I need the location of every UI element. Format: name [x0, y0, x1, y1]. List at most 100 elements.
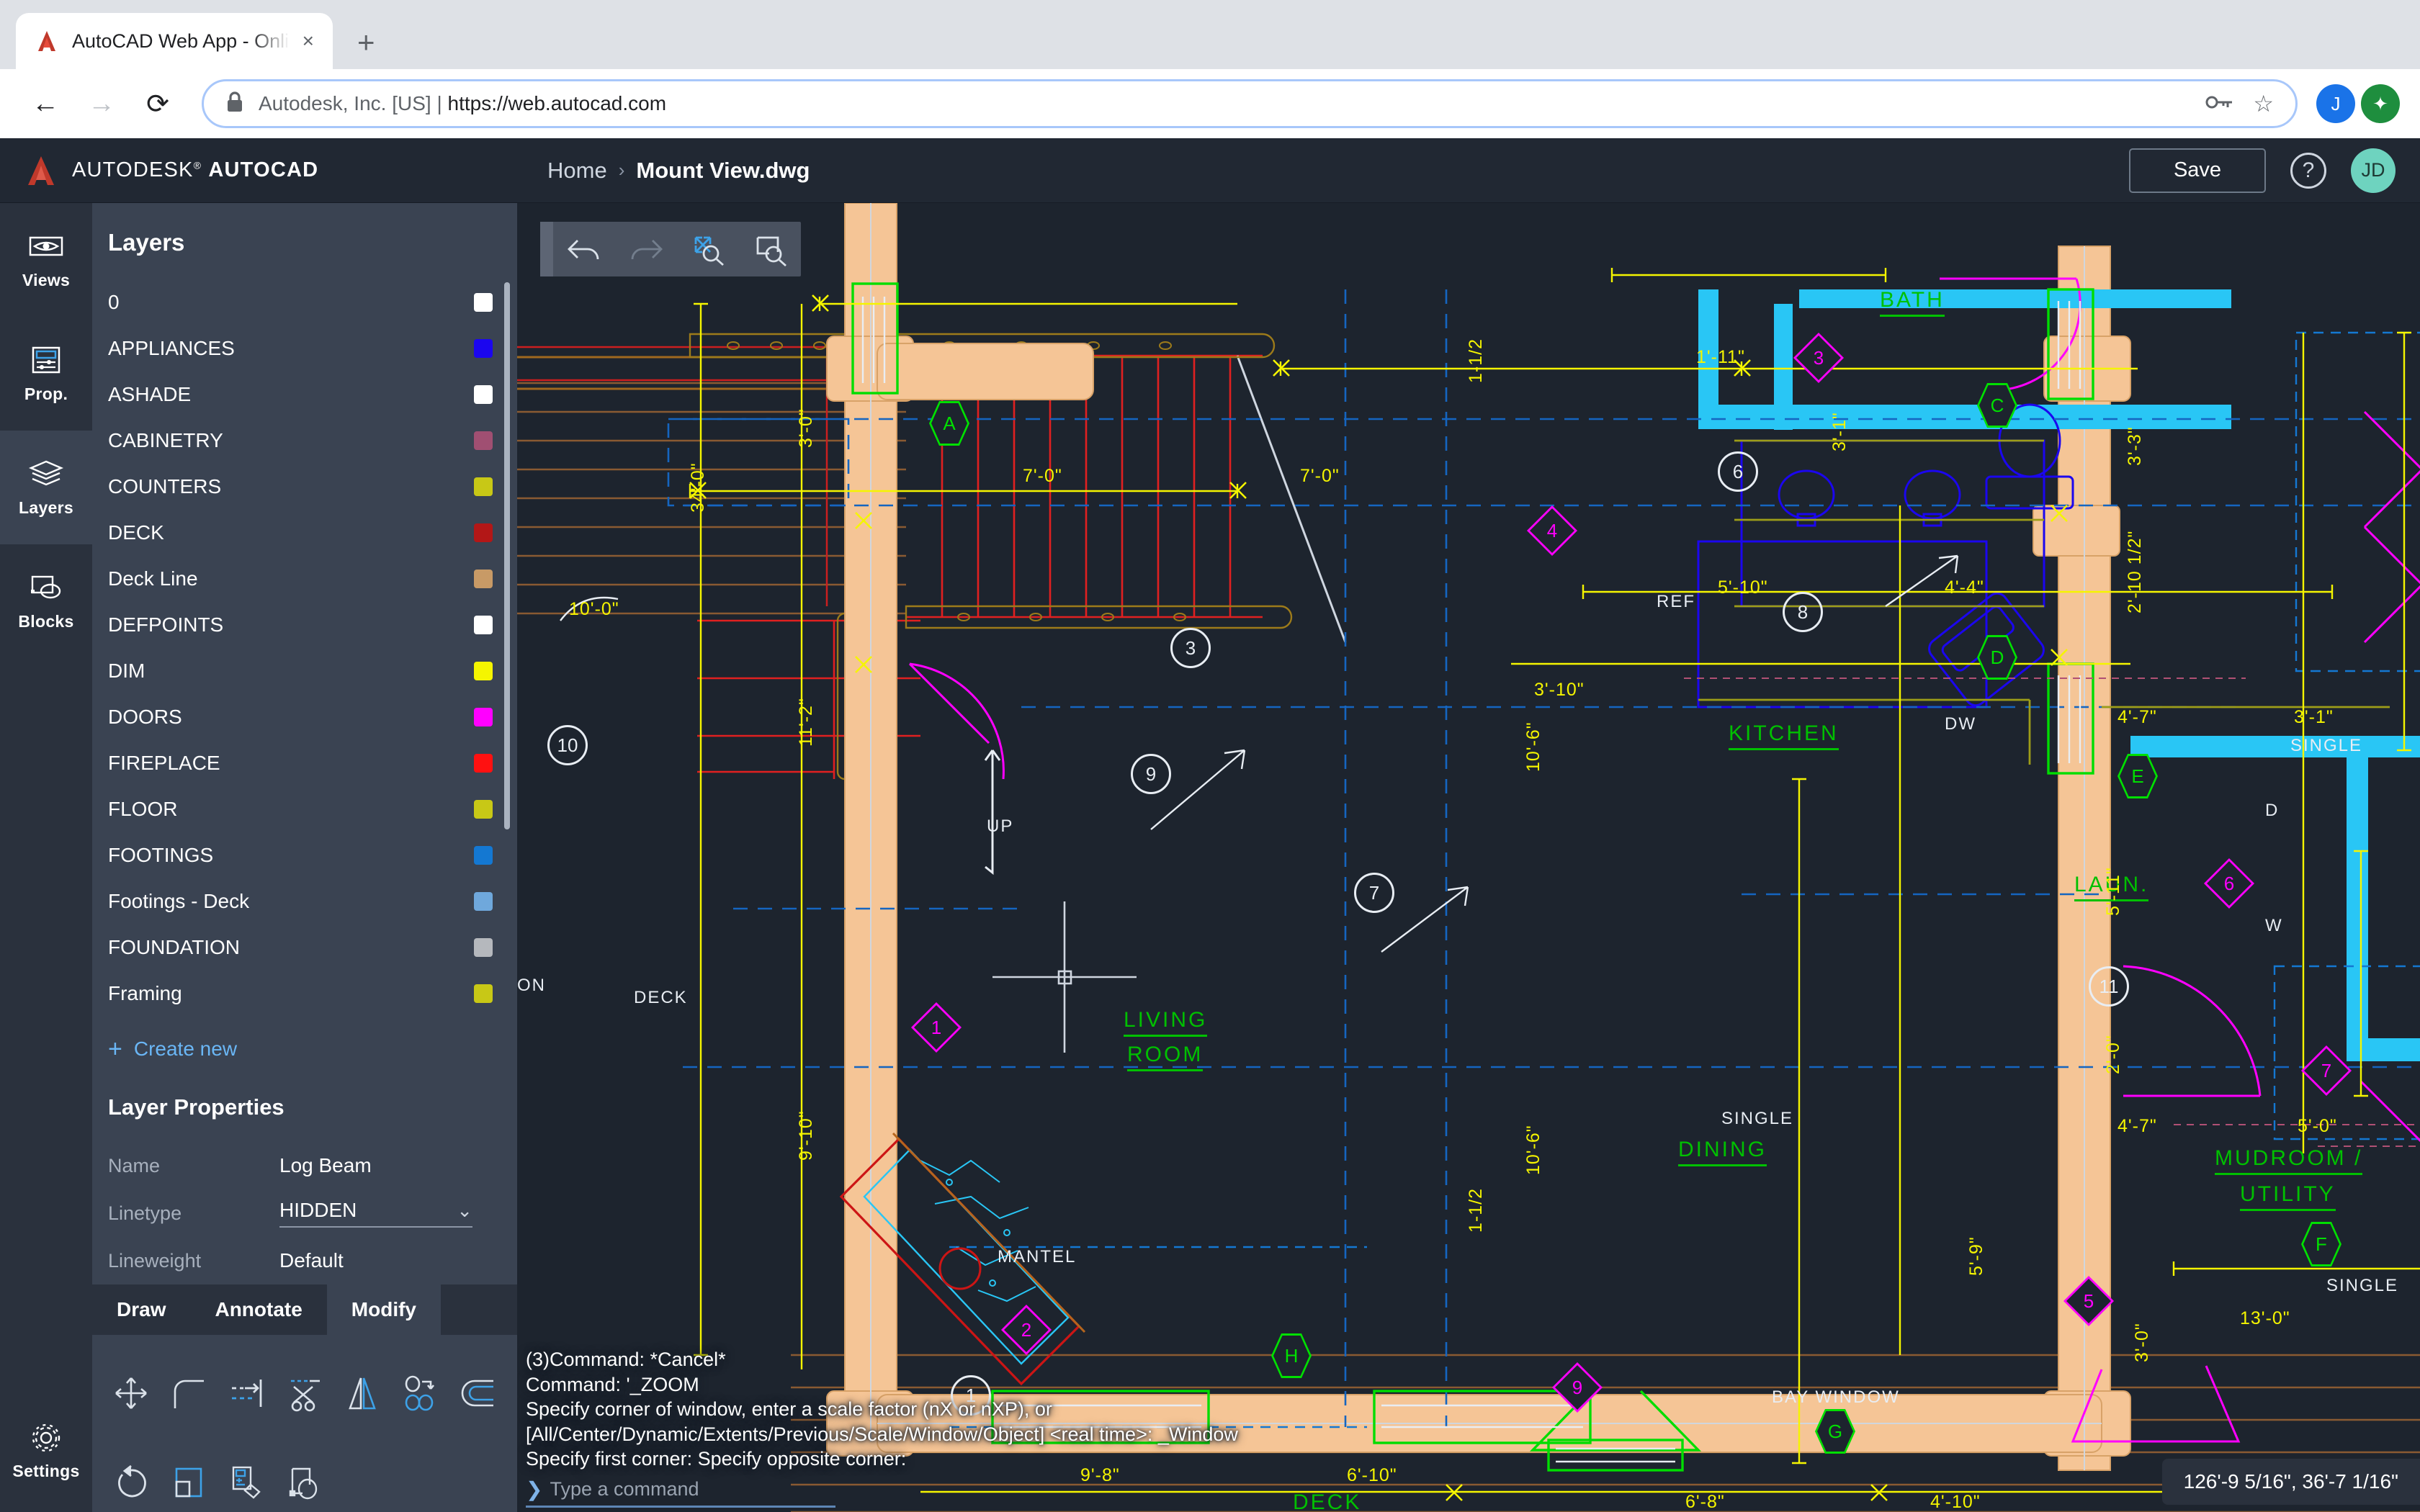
- browser-tabstrip: AutoCAD Web App - Online CA × +: [0, 0, 2420, 69]
- sidebar-item-blocks[interactable]: Blocks: [0, 544, 92, 658]
- layer-row[interactable]: FOOTINGS: [92, 832, 517, 878]
- layer-color-swatch[interactable]: [474, 754, 493, 773]
- browser-urlbar-row: ← → ⟳ Autodesk, Inc. [US] | https://web.…: [0, 69, 2420, 138]
- bookmark-star-icon[interactable]: ☆: [2253, 90, 2274, 117]
- back-icon[interactable]: ←: [20, 78, 71, 129]
- layer-row[interactable]: ASHADE: [92, 372, 517, 418]
- explode-icon[interactable]: [276, 1443, 333, 1512]
- dimension-label: 1'-11": [1696, 347, 1745, 367]
- sidebar-item-properties[interactable]: Prop.: [0, 317, 92, 431]
- reload-icon[interactable]: ⟳: [133, 78, 183, 129]
- layer-row[interactable]: CABINETRY: [92, 418, 517, 464]
- brand-autocad: AUTOCAD: [208, 158, 319, 181]
- browser-profile-avatar[interactable]: J: [2316, 84, 2355, 123]
- close-icon[interactable]: ×: [302, 31, 314, 51]
- layer-name: COUNTERS: [108, 475, 222, 498]
- sidebar-item-settings[interactable]: Settings: [0, 1390, 92, 1512]
- extend-icon[interactable]: [218, 1354, 276, 1433]
- sidebar-item-views[interactable]: Views: [0, 203, 92, 317]
- layer-name: Framing: [108, 982, 182, 1004]
- linetype-select[interactable]: HIDDEN ⌄: [279, 1199, 472, 1228]
- extension-icon[interactable]: ✦: [2361, 84, 2400, 123]
- browser-tab[interactable]: AutoCAD Web App - Online CA ×: [16, 13, 333, 69]
- layer-color-swatch[interactable]: [474, 938, 493, 957]
- layer-color-swatch[interactable]: [474, 616, 493, 634]
- sidebar-item-layers[interactable]: Layers: [0, 431, 92, 544]
- layer-row[interactable]: 0: [92, 279, 517, 325]
- tool-ribbon: Draw Annotate Modify: [92, 1284, 517, 1512]
- layer-row[interactable]: DOORS: [92, 694, 517, 740]
- layer-row[interactable]: DECK: [92, 510, 517, 556]
- layer-row[interactable]: COUNTERS: [92, 464, 517, 510]
- address-bar[interactable]: Autodesk, Inc. [US] | https://web.autoca…: [202, 79, 2298, 128]
- move-icon[interactable]: [102, 1354, 160, 1433]
- layer-row[interactable]: Deck Line: [92, 556, 517, 602]
- tab-annotate[interactable]: Annotate: [190, 1284, 326, 1335]
- create-new-layer-button[interactable]: + Create new: [92, 1021, 517, 1079]
- layer-color-swatch[interactable]: [474, 892, 493, 911]
- layer-color-swatch[interactable]: [474, 293, 493, 312]
- dimension-label: 3'-3": [2125, 426, 2145, 466]
- layer-color-swatch[interactable]: [474, 662, 493, 680]
- layer-color-swatch[interactable]: [474, 431, 493, 450]
- layer-color-swatch[interactable]: [474, 385, 493, 404]
- zoom-extents-icon[interactable]: [677, 222, 739, 276]
- undo-icon[interactable]: [553, 222, 615, 276]
- dimension-label: 13'-0": [2240, 1308, 2290, 1328]
- layer-name: ASHADE: [108, 383, 192, 405]
- create-new-label: Create new: [133, 1038, 238, 1060]
- key-icon[interactable]: [2205, 93, 2234, 115]
- layer-color-swatch[interactable]: [474, 984, 493, 1003]
- zoom-window-icon[interactable]: [739, 222, 801, 276]
- hex-callout: H: [1271, 1333, 1312, 1378]
- layer-row[interactable]: FIREPLACE: [92, 740, 517, 786]
- help-icon[interactable]: ?: [2290, 152, 2326, 189]
- drawing-canvas[interactable]: BATH KITCHEN LIVING ROOM DINING LAUN. MUDROOM …: [517, 203, 2420, 1512]
- layer-list-scrollbar[interactable]: [504, 282, 510, 829]
- trim-scissors-icon[interactable]: [276, 1354, 333, 1433]
- layer-row[interactable]: APPLIANCES: [92, 325, 517, 372]
- layer-color-swatch[interactable]: [474, 523, 493, 542]
- dimension-label: 1-1/2: [1466, 1188, 1486, 1233]
- prompt-caret-icon: ❯: [526, 1478, 543, 1500]
- layer-row[interactable]: Grade: [92, 1017, 517, 1021]
- layer-color-swatch[interactable]: [474, 339, 493, 358]
- forward-icon[interactable]: →: [76, 78, 127, 129]
- ribbon-tabs: Draw Annotate Modify: [92, 1284, 517, 1335]
- save-button[interactable]: Save: [2129, 148, 2266, 193]
- toolbar-drag-handle[interactable]: [540, 222, 553, 276]
- layer-color-swatch[interactable]: [474, 708, 493, 726]
- layer-row[interactable]: DIM: [92, 648, 517, 694]
- rotate-icon[interactable]: [102, 1443, 160, 1512]
- layer-color-swatch[interactable]: [474, 800, 493, 819]
- layer-property-lineweight-value[interactable]: Default: [279, 1249, 344, 1272]
- tab-modify[interactable]: Modify: [326, 1284, 442, 1335]
- command-input[interactable]: ❯ Type a command: [526, 1477, 835, 1508]
- layer-color-swatch[interactable]: [474, 846, 493, 865]
- fillet-icon[interactable]: [160, 1354, 218, 1433]
- drawing-annotation: BAY WINDOW: [1772, 1387, 1900, 1407]
- user-avatar[interactable]: JD: [2351, 148, 2396, 193]
- scale-icon[interactable]: [160, 1443, 218, 1512]
- redo-icon[interactable]: [615, 222, 677, 276]
- layer-row[interactable]: Framing: [92, 971, 517, 1017]
- layer-color-swatch[interactable]: [474, 477, 493, 496]
- match-properties-icon[interactable]: [218, 1443, 276, 1512]
- layer-color-swatch[interactable]: [474, 570, 493, 588]
- layer-row[interactable]: FOUNDATION: [92, 924, 517, 971]
- drawing-annotation: SINGLE: [1721, 1109, 1794, 1128]
- new-tab-button[interactable]: +: [357, 27, 375, 58]
- breadcrumb-home[interactable]: Home: [547, 158, 607, 184]
- dimension-label: 10'-6": [1523, 721, 1543, 772]
- offset-icon[interactable]: [449, 1354, 507, 1433]
- hex-callout-label: G: [1827, 1420, 1843, 1442]
- layer-row[interactable]: Footings - Deck: [92, 878, 517, 924]
- mirror-icon[interactable]: [333, 1354, 391, 1433]
- layer-list[interactable]: 0 APPLIANCES ASHADE CABINETRY COUNTERS DECK De…: [92, 272, 517, 1021]
- copy-icon[interactable]: [391, 1354, 449, 1433]
- layer-row[interactable]: DEFPOINTS: [92, 602, 517, 648]
- header-actions: Save ? JD: [2129, 148, 2420, 193]
- layer-row[interactable]: FLOOR: [92, 786, 517, 832]
- layer-name: CABINETRY: [108, 429, 223, 451]
- tab-draw[interactable]: Draw: [92, 1284, 190, 1335]
